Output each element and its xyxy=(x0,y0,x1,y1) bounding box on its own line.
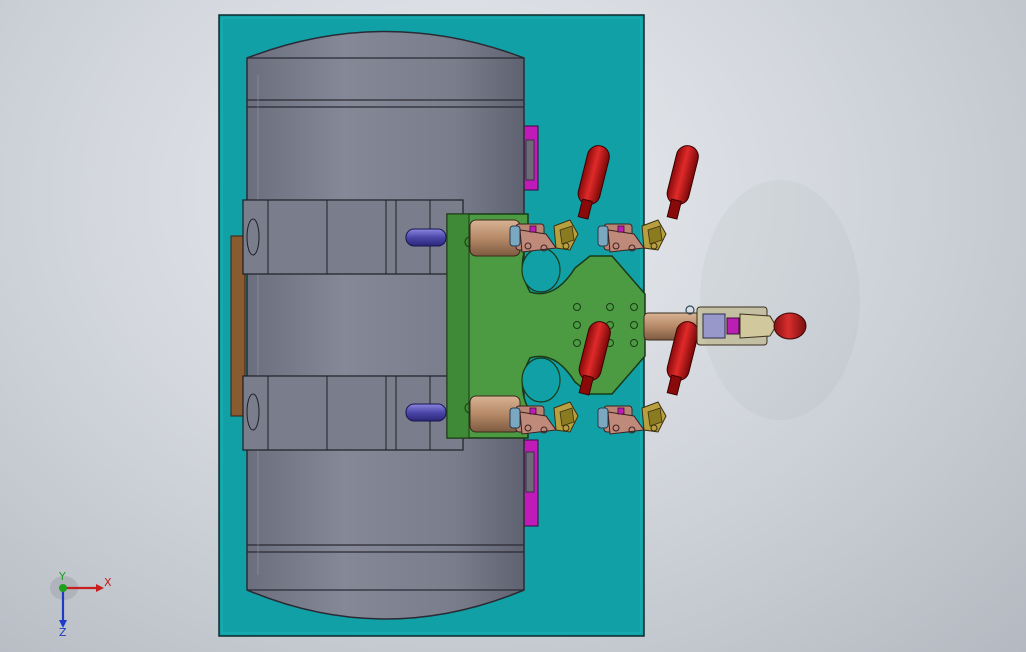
locating-pin-lower[interactable] xyxy=(405,403,447,422)
z-axis-label: Z xyxy=(59,626,67,636)
cad-viewport[interactable] xyxy=(0,0,1026,652)
y-axis-dot xyxy=(59,584,67,592)
x-axis-label: X xyxy=(104,576,112,589)
orientation-triad: X Y Z xyxy=(50,572,112,636)
y-axis-label: Y xyxy=(58,572,66,583)
clamp-handle-2[interactable] xyxy=(660,142,702,221)
x-axis-arrowhead xyxy=(96,584,104,592)
locating-pin-upper[interactable] xyxy=(405,228,447,247)
